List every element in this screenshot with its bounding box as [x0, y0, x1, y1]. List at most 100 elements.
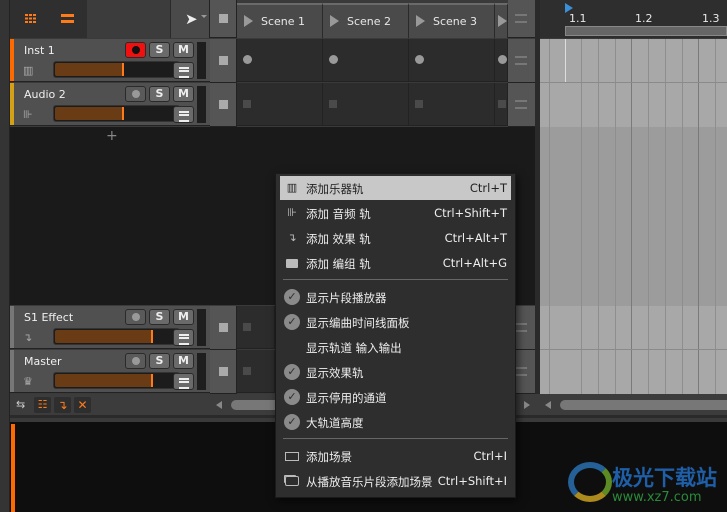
bottom-panel-accent — [11, 424, 15, 512]
volume-fader[interactable] — [53, 105, 180, 122]
menu-item-add-audio-track[interactable]: ⊪ 添加 音频 轨 Ctrl+Shift+T — [280, 201, 511, 225]
menu-separator — [283, 438, 508, 439]
pointer-tool-button[interactable]: ➤ — [170, 0, 210, 38]
ruler-label: 1.3 — [702, 12, 720, 25]
track-scene-menu[interactable] — [508, 83, 535, 127]
row-divider — [540, 82, 727, 83]
clip-slot[interactable] — [237, 39, 323, 82]
play-icon[interactable] — [416, 15, 425, 27]
piano-icon: ▥ — [286, 181, 298, 194]
record-arm-button[interactable] — [125, 86, 146, 102]
track-name[interactable]: Inst 1 — [24, 44, 55, 57]
pointer-icon: ➤ — [185, 10, 198, 28]
scene-menu-column[interactable] — [508, 0, 535, 38]
waveform-icon: ⊪ — [23, 108, 33, 121]
scene-3[interactable]: Scene 3 — [409, 3, 495, 38]
track-master[interactable]: Master S M ♛ — [10, 350, 210, 393]
play-icon[interactable] — [330, 15, 339, 27]
menu-item-add-group-track[interactable]: 添加 编组 轨 Ctrl+Alt+G — [280, 251, 511, 275]
mute-button[interactable]: M — [173, 42, 194, 58]
add-track-button[interactable]: + — [106, 128, 118, 144]
stop-button[interactable] — [210, 83, 237, 127]
scene-icon — [285, 449, 299, 463]
stop-button[interactable] — [210, 350, 237, 394]
volume-fader[interactable] — [53, 372, 180, 389]
menu-item-large-track-height[interactable]: ✓ 大轨道高度 — [280, 410, 511, 434]
track-color — [10, 83, 14, 125]
solo-button[interactable]: S — [149, 353, 170, 369]
scene-1[interactable]: Scene 1 — [237, 3, 323, 38]
disabled-channels-toggle-icon[interactable]: ✕ — [74, 397, 91, 413]
menu-item-show-disabled-channels[interactable]: ✓ 显示停用的通道 — [280, 385, 511, 409]
clip-slot[interactable] — [409, 39, 495, 82]
scroll-left-icon[interactable] — [545, 401, 551, 409]
scene-2[interactable]: Scene 2 — [323, 3, 409, 38]
header-spacer — [87, 0, 170, 38]
menu-item-show-track-io[interactable]: 显示轨道 输入输出 — [280, 335, 511, 359]
grid-icon[interactable] — [25, 14, 37, 23]
track-name[interactable]: S1 Effect — [24, 311, 73, 324]
solo-button[interactable]: S — [149, 309, 170, 325]
scene-4-partial[interactable] — [495, 3, 508, 38]
clip-slot[interactable] — [237, 83, 323, 126]
solo-button[interactable]: S — [149, 42, 170, 58]
mute-button[interactable]: M — [173, 353, 194, 369]
mute-button[interactable]: M — [173, 309, 194, 325]
track-color — [10, 306, 14, 348]
clip-slot[interactable] — [237, 306, 275, 349]
menu-item-add-effect-track[interactable]: ↴ 添加 效果 轨 Ctrl+Alt+T — [280, 226, 511, 250]
fx-tracks-toggle-icon[interactable]: ↴ — [54, 397, 71, 413]
track-name[interactable]: Audio 2 — [24, 88, 66, 101]
level-meter — [197, 42, 206, 79]
record-arm-button[interactable] — [125, 42, 146, 58]
loop-region[interactable] — [565, 26, 727, 36]
menu-item-show-clip-launcher[interactable]: ✓ 显示片段播放器 — [280, 285, 511, 309]
solo-button[interactable]: S — [149, 86, 170, 102]
stop-button[interactable] — [210, 306, 237, 350]
volume-fader[interactable] — [53, 328, 180, 345]
mute-button[interactable]: M — [173, 86, 194, 102]
track-inst-1[interactable]: Inst 1 S M ▥ — [10, 39, 210, 82]
clip-slot[interactable] — [409, 83, 495, 126]
track-menu-button[interactable] — [173, 62, 194, 79]
clip-slot[interactable] — [323, 83, 409, 126]
crown-icon: ♛ — [23, 375, 33, 388]
clip-slot[interactable] — [495, 39, 508, 82]
clip-slot[interactable] — [237, 350, 275, 393]
ruler-label: 1.1 — [569, 12, 587, 25]
scroll-left-icon[interactable] — [216, 401, 222, 409]
track-menu-button[interactable] — [173, 373, 194, 390]
clip-scrollbar[interactable] — [231, 400, 281, 410]
track-audio-2[interactable]: Audio 2 S M ⊪ — [10, 83, 210, 126]
track-menu-button[interactable] — [173, 329, 194, 346]
scroll-right-icon[interactable] — [524, 401, 530, 409]
stop-button[interactable] — [210, 39, 237, 83]
track-s1-effect[interactable]: S1 Effect S M ↴ — [10, 306, 210, 349]
clip-launcher-toggle-icon[interactable]: ☷ — [34, 397, 51, 413]
menu-item-add-instrument-track[interactable]: ▥ 添加乐器轨 Ctrl+T — [280, 176, 511, 200]
track-header-toolbar — [10, 0, 87, 38]
menu-item-show-arranger-timeline[interactable]: ✓ 显示编曲时间线面板 — [280, 310, 511, 334]
playhead-line — [565, 39, 566, 83]
volume-fader[interactable] — [53, 61, 180, 78]
clip-slot[interactable] — [323, 39, 409, 82]
stop-all-button[interactable] — [210, 0, 237, 38]
play-icon[interactable] — [498, 15, 507, 27]
track-scene-menu[interactable] — [508, 39, 535, 83]
track-name[interactable]: Master — [24, 355, 62, 368]
left-edge — [0, 0, 10, 512]
track-menu-button[interactable] — [173, 106, 194, 123]
chevron-down-icon — [201, 15, 207, 18]
io-toggle-icon[interactable]: ⇆ — [16, 398, 25, 411]
arranger-scrollbar[interactable] — [560, 400, 727, 410]
list-icon[interactable] — [61, 14, 74, 23]
record-arm-button[interactable] — [125, 309, 146, 325]
menu-item-add-scene[interactable]: 添加场景 Ctrl+I — [280, 444, 511, 468]
check-icon: ✓ — [284, 389, 300, 405]
menu-item-add-scene-from-clips[interactable]: 从播放音乐片段添加场景 Ctrl+Shift+I — [280, 469, 511, 493]
record-arm-button[interactable] — [125, 353, 146, 369]
play-icon[interactable] — [244, 15, 253, 27]
menu-item-show-effect-tracks[interactable]: ✓ 显示效果轨 — [280, 360, 511, 384]
check-icon: ✓ — [284, 364, 300, 380]
clip-slot[interactable] — [495, 83, 508, 126]
